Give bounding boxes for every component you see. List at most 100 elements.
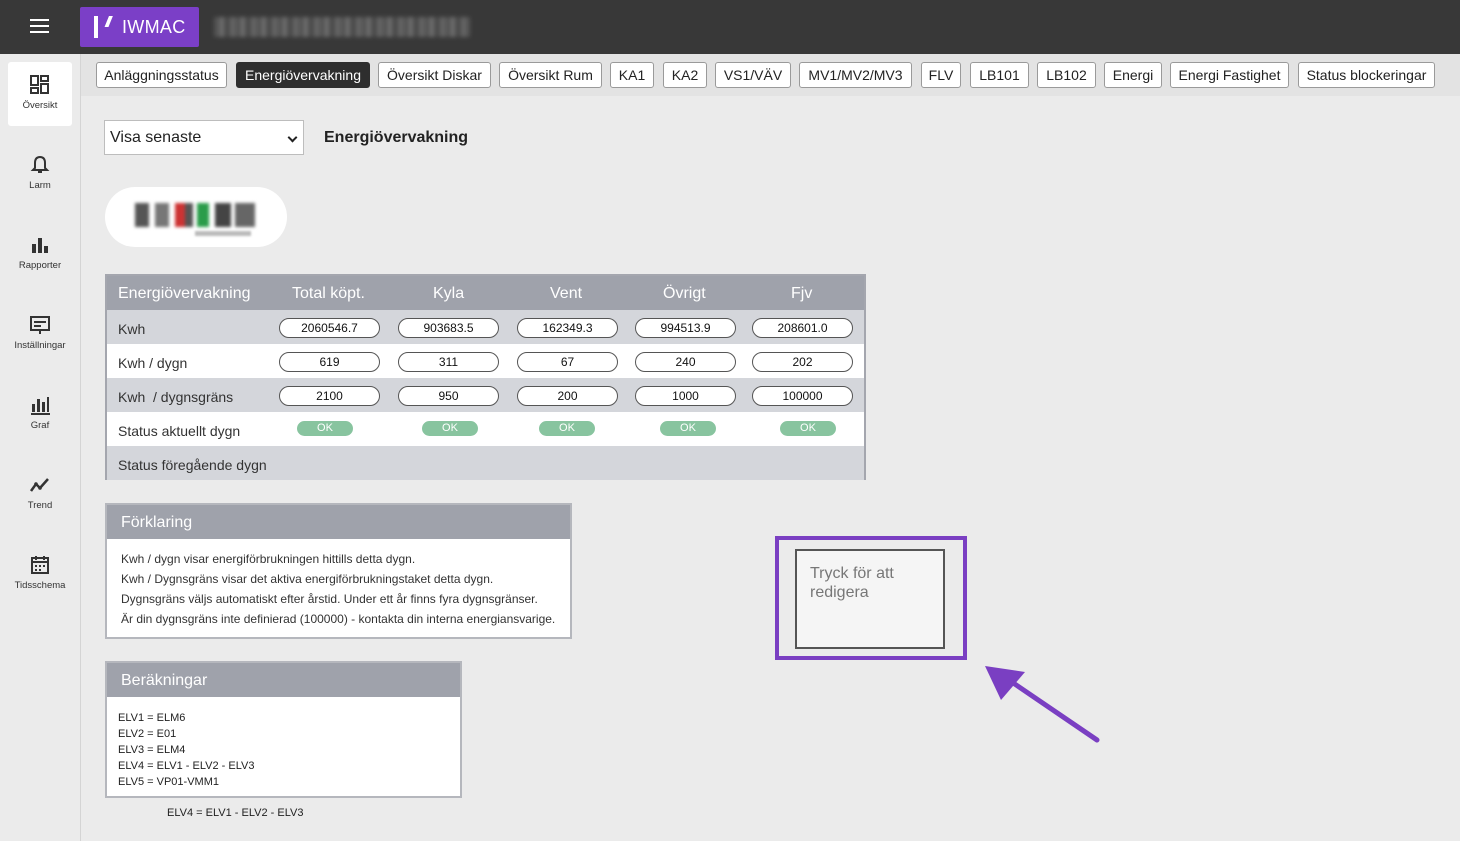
energy-table: Energiövervakning Total köpt. Kyla Vent … [105, 274, 866, 480]
sidebar-item-installningar[interactable]: Inställningar [8, 302, 72, 366]
value-field[interactable]: 162349.3 [517, 318, 618, 338]
tab-energiovervakning[interactable]: Energiövervakning [236, 62, 370, 88]
period-select[interactable]: Visa senaste [104, 120, 304, 155]
status-badge: OK [780, 421, 836, 436]
explanation-line: Kwh / Dygnsgräns visar det aktiva energi… [121, 572, 494, 586]
brand-logo[interactable]: IWMAC [80, 7, 199, 47]
tab-oversikt-diskar[interactable]: Översikt Diskar [378, 62, 491, 88]
tab-flv[interactable]: FLV [921, 62, 961, 88]
sidebar-item-rapporter[interactable]: Rapporter [8, 222, 72, 286]
editable-text-box[interactable]: Tryck för att redigera [795, 549, 945, 649]
value-field[interactable]: 240 [635, 352, 736, 372]
calculation-line: ELV3 = ELM4 [118, 744, 186, 756]
top-bar: IWMAC [0, 0, 1460, 54]
column-header: Kyla [433, 285, 465, 302]
site-title-redacted [214, 17, 470, 37]
calculation-line: ELV5 = VP01-VMM1 [118, 776, 219, 788]
tab-ka1[interactable]: KA1 [610, 62, 654, 88]
chevron-down-icon [287, 132, 298, 143]
tab-lb101[interactable]: LB101 [970, 62, 1029, 88]
sidebar-item-label: Tidsschema [14, 580, 66, 591]
value-field[interactable]: 202 [752, 352, 853, 372]
table-row: Kwh 2060546.7 903683.5 162349.3 994513.9… [107, 310, 864, 344]
explanation-line: Är din dygnsgräns inte definierad (10000… [121, 612, 556, 626]
calculation-line: ELV1 = ELM6 [118, 712, 186, 724]
column-header: Energiövervakning [118, 285, 251, 302]
brand-name: IWMAC [122, 16, 186, 37]
value-field[interactable]: 2060546.7 [279, 318, 380, 338]
sidebar-item-label: Inställningar [14, 340, 66, 351]
row-label: Kwh / dygnsgräns [118, 389, 234, 405]
calculations-box: Beräkningar ELV1 = ELM6 ELV2 = E01 ELV3 … [105, 661, 462, 798]
graph-icon [31, 397, 50, 415]
value-field[interactable]: 1000 [635, 386, 736, 406]
sidebar-item-label: Larm [29, 180, 51, 191]
sidebar-item-larm[interactable]: Larm [8, 142, 72, 206]
value-field[interactable]: 67 [517, 352, 618, 372]
explanation-line: Kwh / dygn visar energiförbrukningen hit… [121, 552, 416, 566]
status-badge: OK [297, 421, 353, 436]
tab-vs1-vav[interactable]: VS1/VÄV [715, 62, 791, 88]
tab-oversikt-rum[interactable]: Översikt Rum [499, 62, 602, 88]
tab-mv1-mv2-mv3[interactable]: MV1/MV2/MV3 [799, 62, 912, 88]
customer-logo [105, 187, 287, 247]
sidebar-item-trend[interactable]: Trend [8, 462, 72, 526]
dashboard-icon [30, 75, 49, 94]
column-header: Övrigt [663, 285, 706, 302]
value-field[interactable]: 619 [279, 352, 380, 372]
table-row: Status föregående dygn [107, 446, 864, 480]
value-field[interactable]: 100000 [752, 386, 853, 406]
tab-lb102[interactable]: LB102 [1037, 62, 1096, 88]
tab-energi[interactable]: Energi [1104, 62, 1162, 88]
bar-chart-icon [32, 238, 48, 253]
value-field[interactable]: 2100 [279, 386, 380, 406]
value-field[interactable]: 950 [398, 386, 499, 406]
table-row: Status aktuellt dygn OK OK OK OK OK [107, 412, 864, 446]
trend-line-icon [29, 478, 49, 492]
explanation-box: Förklaring Kwh / dygn visar energiförbru… [105, 503, 572, 639]
column-header: Vent [550, 285, 583, 302]
row-label: Kwh / dygn [118, 355, 188, 371]
explanation-line: Dygnsgräns väljs automatiskt efter årsti… [121, 592, 538, 606]
sidebar-item-oversikt[interactable]: Översikt [8, 62, 72, 126]
sidebar: Översikt Larm Rapporter Inställningar Gr… [0, 54, 81, 841]
table-row: Kwh / dygnsgräns 2100 950 200 1000 10000… [107, 378, 864, 412]
table-header: Energiövervakning Total köpt. Kyla Vent … [107, 276, 864, 310]
value-field[interactable]: 311 [398, 352, 499, 372]
calculation-note: ELV4 = ELV1 - ELV2 - ELV3 [167, 807, 304, 819]
main-content: Visa senaste Energiövervakning Energiöve… [81, 96, 1460, 841]
value-field[interactable]: 200 [517, 386, 618, 406]
calculation-line: ELV4 = ELV1 - ELV2 - ELV3 [118, 760, 255, 772]
sidebar-item-graf[interactable]: Graf [8, 382, 72, 446]
customer-logo-image [135, 203, 255, 227]
settings-panel-icon [30, 316, 50, 334]
customer-logo-subtext [195, 231, 251, 236]
bell-icon [30, 155, 50, 173]
column-header: Total köpt. [292, 285, 365, 302]
status-badge: OK [422, 421, 478, 436]
iwmac-k-icon [94, 16, 112, 38]
calculations-title: Beräkningar [107, 663, 460, 697]
highlight-frame: Tryck för att redigera [775, 536, 967, 660]
sidebar-item-label: Trend [27, 500, 53, 511]
value-field[interactable]: 208601.0 [752, 318, 853, 338]
row-label: Status aktuellt dygn [118, 423, 241, 439]
tab-anlaggningsstatus[interactable]: Anläggningsstatus [96, 62, 227, 88]
status-badge: OK [539, 421, 595, 436]
sidebar-item-label: Rapporter [18, 260, 62, 271]
explanation-title: Förklaring [107, 505, 570, 539]
tab-ka2[interactable]: KA2 [663, 62, 707, 88]
hamburger-icon[interactable] [30, 19, 49, 33]
column-header: Fjv [791, 285, 813, 302]
row-label: Status föregående dygn [118, 457, 267, 473]
row-label: Kwh [118, 321, 146, 337]
tab-status-blockeringar[interactable]: Status blockeringar [1298, 62, 1435, 88]
status-badge: OK [660, 421, 716, 436]
table-row: Kwh / dygn 619 311 67 240 202 [107, 344, 864, 378]
page-title: Energiövervakning [324, 129, 469, 146]
value-field[interactable]: 903683.5 [398, 318, 499, 338]
tab-energi-fastighet[interactable]: Energi Fastighet [1170, 62, 1289, 88]
value-field[interactable]: 994513.9 [635, 318, 736, 338]
annotation-arrow-icon [985, 666, 1100, 743]
sidebar-item-tidsschema[interactable]: Tidsschema [8, 542, 72, 606]
